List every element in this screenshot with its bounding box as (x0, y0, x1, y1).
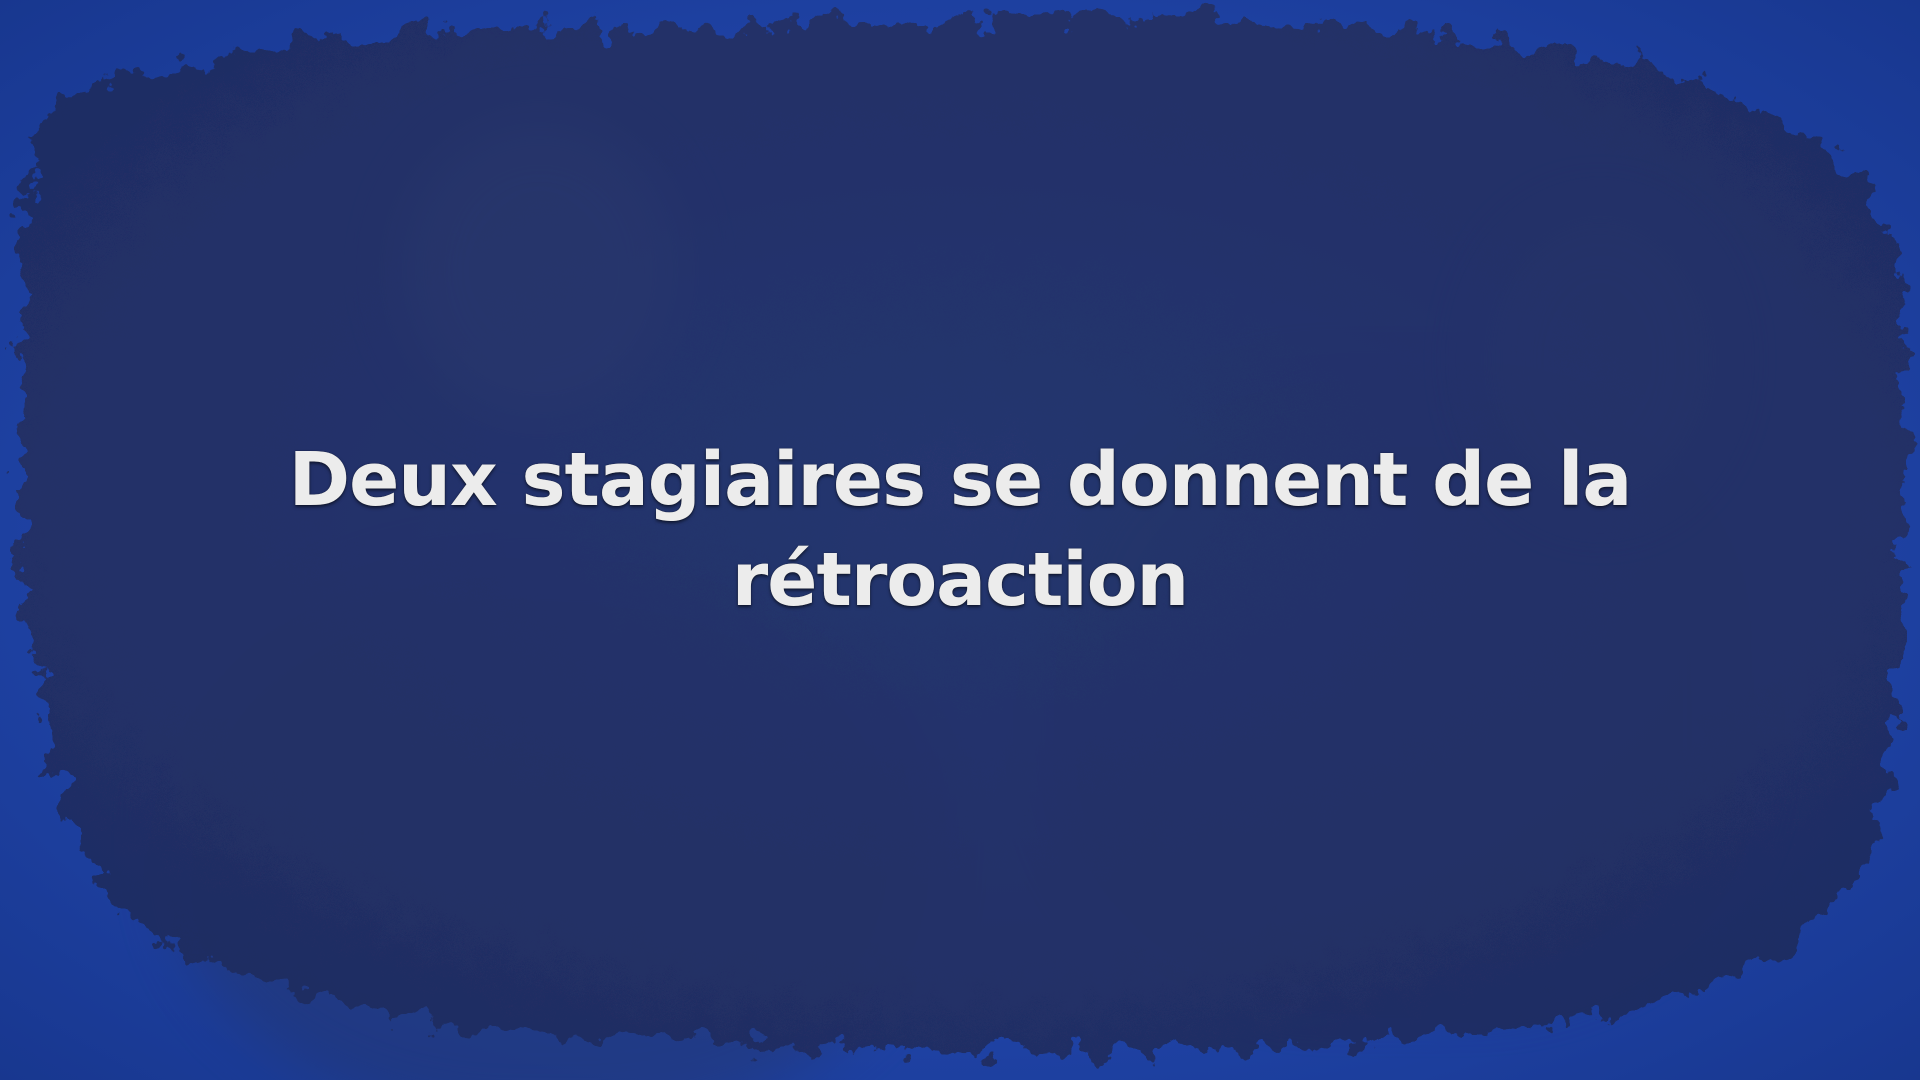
video-frame: Deux stagiaires se donnent de la rétroac… (0, 0, 1920, 1080)
title-line-2: rétroaction (0, 530, 1920, 630)
title-card: Deux stagiaires se donnent de la rétroac… (0, 430, 1920, 630)
background-face-left (400, 120, 680, 420)
title-line-1: Deux stagiaires se donnent de la (0, 430, 1920, 530)
